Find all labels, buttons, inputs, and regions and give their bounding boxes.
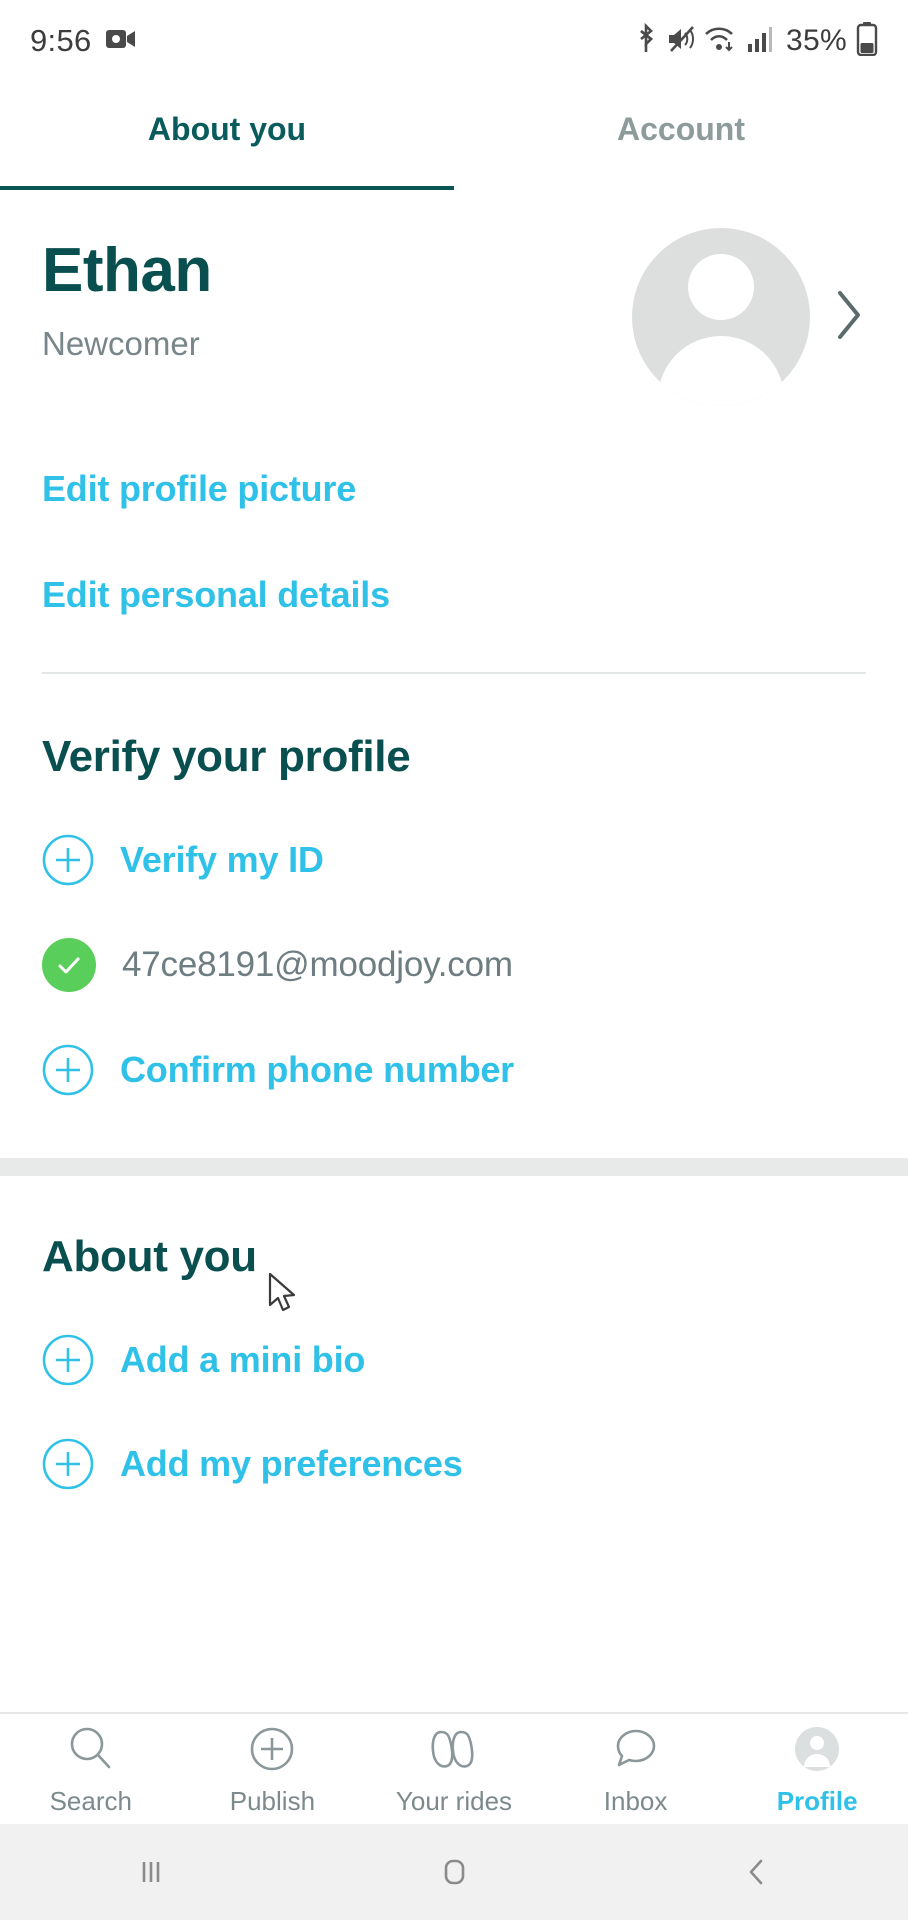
android-system-nav (0, 1824, 908, 1920)
verify-my-id-label: Verify my ID (120, 839, 324, 880)
wifi-icon (704, 24, 738, 59)
profile-header-section: Ethan Newcomer Edit profile picture Edit… (0, 190, 908, 616)
edit-profile-picture-link[interactable]: Edit profile picture (42, 468, 866, 510)
search-icon (66, 1722, 116, 1776)
verify-my-id-row[interactable]: Verify my ID (42, 834, 866, 886)
add-mini-bio-row[interactable]: Add a mini bio (42, 1334, 866, 1386)
avatar-body-shape (658, 336, 784, 406)
phone-screen: 9:56 35% About you Account Ethan Newcome… (0, 0, 908, 1920)
status-bar-left: 9:56 (30, 23, 136, 59)
profile-header[interactable]: Ethan Newcomer (42, 190, 866, 406)
section-separator-band (0, 1158, 908, 1176)
nav-item-profile[interactable]: Profile (726, 1722, 908, 1817)
chat-icon (610, 1722, 662, 1776)
tab-account[interactable]: Account (454, 82, 908, 190)
page-title: Ethan (42, 236, 212, 305)
avatar[interactable] (632, 228, 810, 406)
add-my-preferences-row[interactable]: Add my preferences (42, 1438, 866, 1490)
add-my-preferences-label: Add my preferences (120, 1443, 463, 1484)
tab-about-you[interactable]: About you (0, 82, 454, 190)
profile-status-level: Newcomer (42, 325, 200, 363)
tab-account-label: Account (617, 110, 745, 147)
profile-identity: Ethan Newcomer (42, 224, 632, 363)
nav-item-inbox[interactable]: Inbox (545, 1722, 727, 1817)
plus-circle-icon (42, 1044, 94, 1096)
avatar-link[interactable] (632, 224, 866, 406)
confirm-phone-number-row[interactable]: Confirm phone number (42, 1044, 866, 1096)
edit-personal-details-link[interactable]: Edit personal details (42, 574, 866, 616)
section-divider (42, 672, 866, 674)
avatar-head-shape (688, 254, 754, 320)
battery-icon (856, 21, 878, 61)
bluetooth-icon (634, 22, 658, 60)
nav-label-search: Search (49, 1785, 132, 1816)
rides-icon (427, 1722, 481, 1776)
profile-tabs: About you Account (0, 82, 908, 190)
home-button[interactable] (303, 1852, 606, 1892)
plus-circle-icon (42, 1334, 94, 1386)
status-time: 9:56 (30, 23, 92, 58)
nav-label-publish: Publish (229, 1785, 316, 1816)
back-button[interactable] (605, 1852, 908, 1892)
chevron-right-icon[interactable] (832, 287, 866, 348)
plus-circle-icon (42, 834, 94, 886)
tab-about-you-label: About you (147, 110, 307, 147)
nav-item-publish[interactable]: Publish (182, 1722, 364, 1817)
plus-circle-icon (247, 1722, 297, 1776)
nav-label-profile: Profile (776, 1785, 858, 1816)
recents-button[interactable] (0, 1852, 303, 1892)
verify-section-heading: Verify your profile (42, 732, 411, 781)
confirm-phone-number-label: Confirm phone number (120, 1049, 514, 1090)
battery-percent: 35% (786, 24, 847, 57)
plus-circle-icon (42, 1438, 94, 1490)
nav-item-your-rides[interactable]: Your rides (363, 1722, 545, 1817)
verified-email-value: 47ce8191@moodjoy.com (122, 945, 513, 984)
avatar-icon (792, 1722, 842, 1776)
scroll-content[interactable]: Ethan Newcomer Edit profile picture Edit… (0, 190, 908, 1712)
mute-icon (667, 24, 695, 59)
about-section-heading: About you (42, 1232, 257, 1281)
check-circle-icon (42, 938, 96, 992)
add-mini-bio-label: Add a mini bio (120, 1339, 366, 1380)
verify-profile-section: Verify your profile Verify my ID 47ce819… (0, 732, 908, 1096)
bottom-navigation: Search Publish Your rides Inbox Profile (0, 1712, 908, 1824)
status-bar: 9:56 35% (0, 0, 908, 82)
video-camera-icon (105, 28, 136, 55)
verified-email-row: 47ce8191@moodjoy.com (42, 938, 866, 992)
cellular-signal-icon (747, 25, 773, 58)
status-bar-right: 35% (634, 21, 878, 61)
nav-item-search[interactable]: Search (0, 1722, 182, 1817)
nav-label-inbox: Inbox (603, 1785, 668, 1816)
about-you-section: About you Add a mini bio Add my preferen… (0, 1232, 908, 1490)
nav-label-your-rides: Your rides (395, 1785, 513, 1816)
